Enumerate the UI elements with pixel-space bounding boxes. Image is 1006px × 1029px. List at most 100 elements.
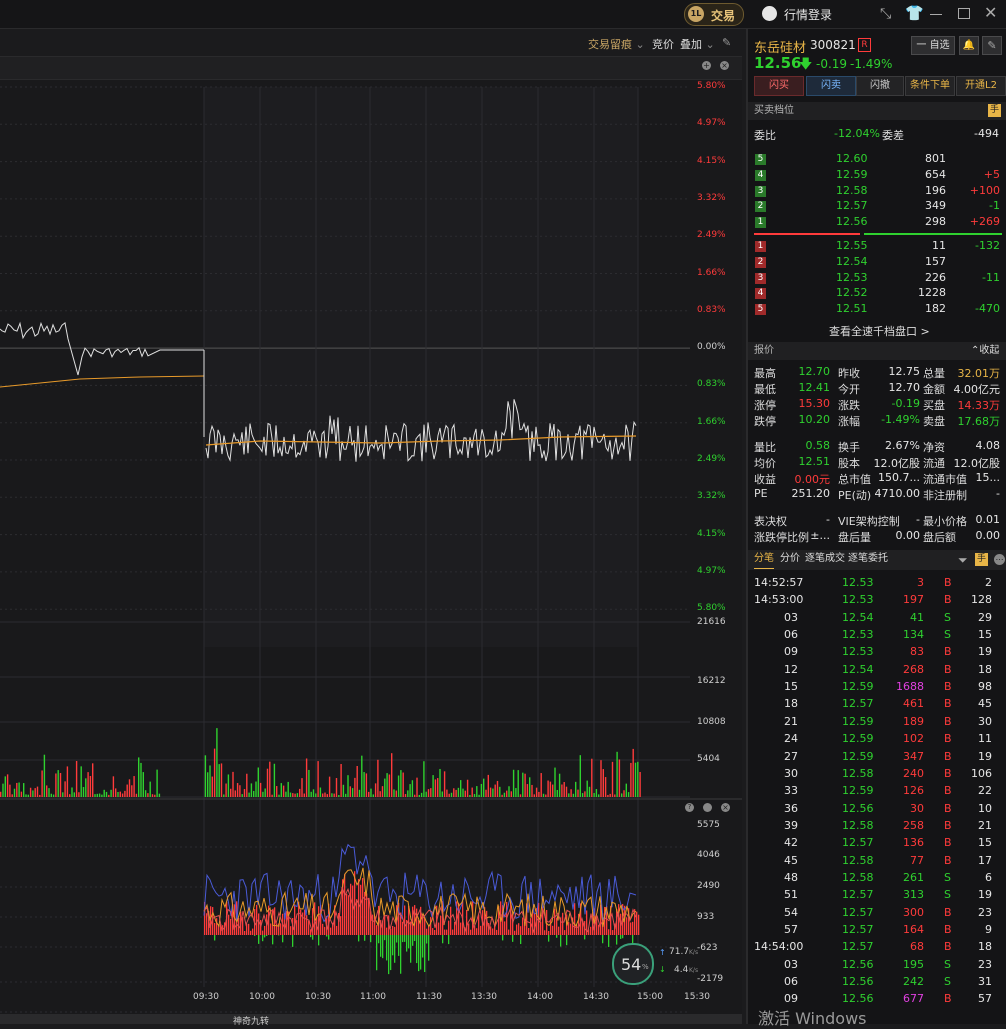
volume-bar — [455, 790, 456, 797]
price-axis-label: 3.32% — [697, 193, 726, 203]
indicator-neg-bar — [408, 935, 409, 948]
ticks-unit-toggle[interactable]: 手 — [975, 553, 988, 566]
tick-tab-3[interactable]: 逐笔委托 — [848, 550, 888, 568]
tick-count: 19 — [978, 750, 992, 763]
orderbook-title: 买卖档位 — [754, 102, 794, 120]
quote-label: 买盘 — [923, 397, 945, 413]
collapse-button[interactable]: ⌃收起 — [971, 342, 999, 360]
indicator-bar — [294, 904, 295, 935]
auction-toggle[interactable]: 竞价 — [652, 36, 674, 52]
price-axis-label: 5.80% — [697, 81, 726, 91]
level-volume: 801 — [925, 152, 946, 165]
tick-time: 42 — [784, 836, 798, 849]
indicator-lines — [204, 845, 639, 974]
time-axis-label: 15:30 — [684, 992, 710, 1002]
net-up-speed: 71.7 — [669, 947, 689, 957]
price-axis-label: 4.97% — [697, 566, 726, 576]
action-button-1[interactable]: 闪卖 — [806, 76, 856, 96]
bell-icon[interactable]: 🔔 — [959, 36, 979, 55]
level-badge: 2 — [755, 201, 766, 212]
tick-direction: B — [944, 802, 952, 815]
close-icon[interactable]: ✕ — [984, 3, 997, 22]
volume-bar — [472, 788, 473, 797]
bottom-indicator-label[interactable]: 神奇九转 — [233, 1014, 269, 1027]
tick-count: 15 — [978, 628, 992, 641]
volume-bar — [460, 780, 461, 797]
skin-shirt-icon[interactable]: 👕 — [905, 4, 924, 22]
tick-tab-0[interactable]: 分笔 — [754, 550, 774, 569]
maximize-icon[interactable] — [958, 8, 970, 19]
indicator-close-icon[interactable]: × — [721, 803, 730, 812]
time-axis-label: 11:00 — [360, 992, 386, 1002]
tick-row: 14:52:5712.533B2 — [748, 576, 1006, 593]
indicator-bar — [476, 928, 477, 935]
indicator-neg-bar — [412, 935, 413, 946]
level-change: -11 — [982, 271, 1000, 284]
pen-icon[interactable]: ✎ — [722, 36, 731, 49]
more-icon[interactable]: ⋯ — [994, 554, 1005, 565]
volume-bar — [380, 791, 381, 797]
volume-bar — [258, 767, 259, 797]
add-favorite-button[interactable]: 一 自选 — [911, 36, 955, 55]
tick-direction: S — [944, 958, 951, 971]
action-button-4[interactable]: 开通L2 — [956, 76, 1006, 96]
overlay-dropdown[interactable]: 叠加 ⌄ — [680, 36, 715, 52]
indicator-bar — [612, 930, 613, 935]
volume-bar — [626, 784, 627, 797]
quote-value: 17.68万 — [958, 413, 1001, 429]
minimize-icon[interactable] — [930, 14, 942, 15]
volume-bar — [444, 771, 445, 797]
indicator-settings-icon[interactable] — [703, 803, 712, 812]
volume-bar — [386, 773, 387, 797]
tick-tab-1[interactable]: 分价 — [780, 550, 800, 568]
volume-bar — [488, 775, 489, 797]
quote-value: 12.0亿股 — [954, 455, 1001, 471]
trace-dropdown[interactable]: 交易留痕 ⌄ — [588, 36, 645, 52]
full-depth-link[interactable]: 查看全速千档盘口 > — [829, 323, 930, 339]
volume-bar — [363, 772, 364, 797]
overlay-label: 叠加 — [680, 38, 702, 51]
trade-button[interactable]: 1L 交易 — [684, 3, 744, 26]
indicator-bar — [554, 909, 555, 935]
indicator-bar — [514, 931, 515, 935]
volume-bar — [143, 772, 144, 797]
tick-volume: 461 — [903, 697, 924, 710]
volume-bar — [87, 772, 88, 797]
indicator-bar — [230, 919, 231, 935]
action-button-3[interactable]: 条件下单 — [905, 76, 955, 96]
quote-label: 涨停 — [754, 397, 776, 413]
volume-bar — [607, 795, 608, 797]
volume-bar — [359, 790, 360, 797]
volume-bar — [506, 791, 507, 797]
volume-bar — [108, 795, 109, 797]
volume-bar — [340, 764, 341, 797]
volume-bar — [214, 749, 215, 797]
volume-bar — [18, 782, 19, 797]
volume-bar — [117, 792, 118, 797]
shrink-icon[interactable]: ⤡ — [880, 6, 896, 22]
volume-bar — [561, 784, 562, 797]
help-icon[interactable]: ? — [685, 803, 694, 812]
filter-icon[interactable]: ⏷ — [958, 551, 968, 569]
tick-direction: B — [944, 645, 952, 658]
quote-label: 今开 — [838, 381, 860, 397]
action-button-0[interactable]: 闪买 — [754, 76, 804, 96]
orderbook-unit-toggle[interactable]: 手 — [988, 104, 1001, 117]
quote-value: 0.00元 — [795, 471, 831, 487]
intraday-chart[interactable] — [0, 57, 742, 1024]
edit-icon[interactable]: ✎ — [982, 36, 1002, 55]
volume-bar — [322, 793, 323, 797]
network-speed-widget: 54 % ↑ 71.7 K/s ↓ 4.4 K/s — [612, 943, 712, 983]
volume-bar — [16, 783, 17, 797]
price-axis-label: 1.66% — [697, 268, 726, 278]
volume-bar — [55, 773, 56, 797]
volume-bar — [246, 774, 247, 797]
tick-price: 12.59 — [842, 680, 874, 693]
volume-bar — [497, 781, 498, 797]
action-button-2[interactable]: 闪撤 — [856, 76, 904, 96]
level-volume: 157 — [925, 255, 946, 268]
volume-bar — [605, 777, 606, 797]
level-change: -132 — [975, 239, 1000, 252]
tick-direction: S — [944, 888, 951, 901]
tick-tab-2[interactable]: 逐笔成交 — [805, 550, 845, 568]
